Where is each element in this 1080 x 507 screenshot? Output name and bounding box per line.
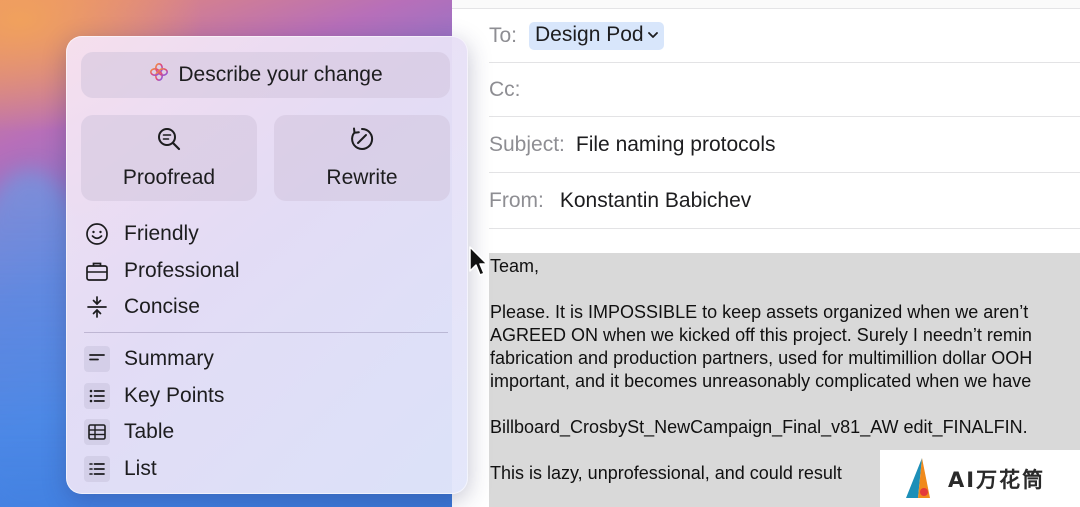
describe-change-label: Describe your change bbox=[178, 63, 383, 86]
table-icon bbox=[84, 419, 110, 445]
cc-label: Cc: bbox=[489, 77, 521, 101]
mail-compose-window: To: Design Pod Cc: Subject: File naming … bbox=[452, 0, 1080, 507]
body-line: Please. It is IMPOSSIBLE to keep assets … bbox=[490, 302, 1029, 322]
format-label: Key Points bbox=[124, 384, 225, 407]
body-line: Team, bbox=[490, 256, 540, 276]
body-line: important, and it becomes unreasonably c… bbox=[490, 371, 1032, 391]
subject-value[interactable]: File naming protocols bbox=[576, 133, 776, 157]
from-label: From: bbox=[489, 188, 544, 212]
subject-label: Subject: bbox=[489, 132, 565, 156]
to-field-row[interactable]: To: Design Pod bbox=[489, 9, 1080, 63]
from-field-row[interactable]: From: Konstantin Babichev bbox=[489, 173, 1080, 229]
tone-label: Professional bbox=[124, 259, 240, 282]
tone-professional[interactable]: Professional bbox=[84, 254, 240, 288]
rewrite-icon bbox=[349, 126, 375, 158]
to-label: To: bbox=[489, 23, 518, 47]
bullet-list-icon bbox=[84, 383, 110, 409]
from-value[interactable]: Konstantin Babichev bbox=[560, 189, 751, 213]
watermark-logo: AI万花筒 bbox=[880, 450, 1080, 507]
magnifier-text-icon bbox=[156, 126, 182, 158]
cc-field-row[interactable]: Cc: bbox=[489, 63, 1080, 117]
compress-icon bbox=[84, 294, 110, 320]
format-label: List bbox=[124, 457, 157, 480]
writing-tools-panel: Describe your change Proofread Rewrite F… bbox=[66, 36, 468, 494]
format-summary[interactable]: Summary bbox=[84, 342, 214, 376]
body-line: Billboard_CrosbySt_NewCampaign_Final_v81… bbox=[490, 417, 1028, 437]
describe-change-button[interactable]: Describe your change bbox=[81, 52, 450, 98]
summary-icon bbox=[84, 346, 110, 372]
chevron-down-icon[interactable] bbox=[647, 27, 658, 42]
format-label: Table bbox=[124, 420, 175, 443]
body-line: AGREED ON when we kicked off this projec… bbox=[490, 325, 1032, 345]
apple-intelligence-icon bbox=[148, 61, 170, 89]
window-top-edge bbox=[452, 0, 1080, 9]
tone-label: Friendly bbox=[124, 222, 199, 245]
format-label: Summary bbox=[124, 347, 214, 370]
format-table[interactable]: Table bbox=[84, 415, 174, 449]
mouse-cursor-icon bbox=[469, 246, 488, 276]
proofread-label: Proofread bbox=[122, 166, 216, 189]
watermark-text: AI万花筒 bbox=[948, 467, 1046, 492]
recipient-name: Design Pod bbox=[535, 22, 644, 46]
body-line: fabrication and production partners, use… bbox=[490, 348, 1033, 368]
subject-field-row[interactable]: Subject: File naming protocols bbox=[489, 117, 1080, 173]
format-list[interactable]: List bbox=[84, 452, 157, 486]
tone-concise[interactable]: Concise bbox=[84, 290, 200, 324]
briefcase-icon bbox=[84, 258, 110, 284]
watermark-emblem-icon bbox=[906, 457, 930, 498]
tone-label: Concise bbox=[124, 295, 200, 318]
smiley-icon bbox=[84, 221, 110, 247]
rewrite-button[interactable]: Rewrite bbox=[274, 115, 450, 201]
tone-friendly[interactable]: Friendly bbox=[84, 217, 199, 251]
rewrite-label: Rewrite bbox=[326, 166, 398, 189]
proofread-button[interactable]: Proofread bbox=[81, 115, 257, 201]
format-key-points[interactable]: Key Points bbox=[84, 379, 224, 413]
recipient-chip[interactable]: Design Pod bbox=[529, 21, 664, 50]
menu-divider bbox=[84, 332, 448, 333]
numbered-list-icon bbox=[84, 456, 110, 482]
